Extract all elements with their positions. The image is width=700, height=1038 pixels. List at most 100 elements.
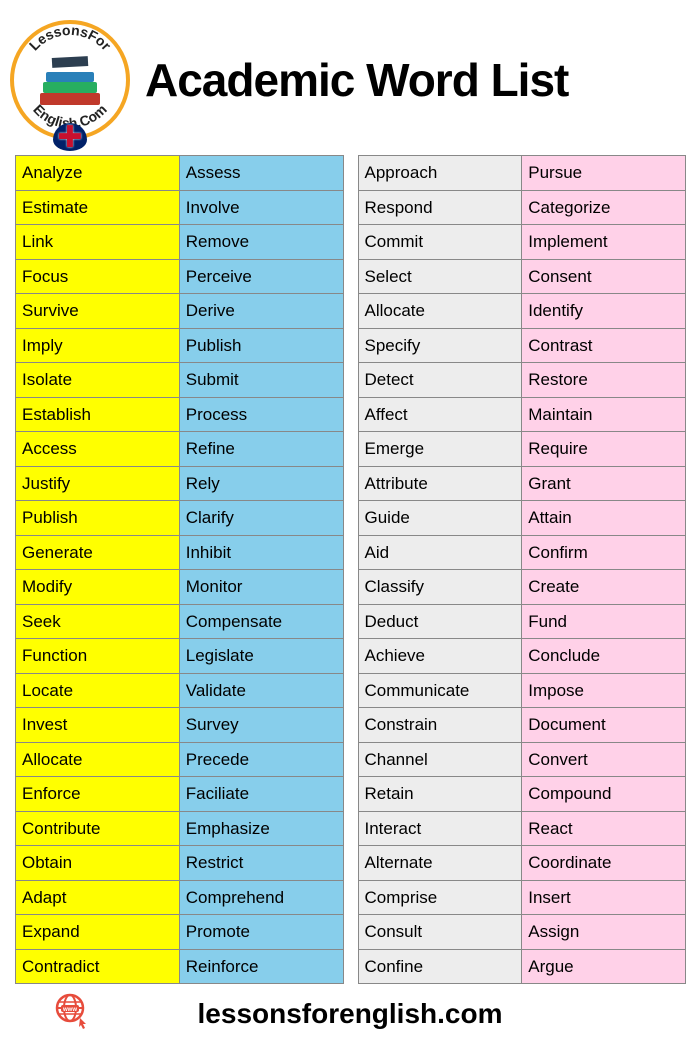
word-cell: Monitor [179,569,344,605]
word-cell: Derive [179,293,344,329]
word-cell: Identify [521,293,686,329]
word-cell: Process [179,397,344,433]
word-cell: Invest [15,707,180,743]
word-cell: Publish [15,500,180,536]
word-cell: Document [521,707,686,743]
word-cell: Precede [179,742,344,778]
column-blue: AssessInvolveRemovePerceiveDerivePublish… [179,155,343,983]
word-cell: Specify [358,328,523,364]
word-cell: Maintain [521,397,686,433]
word-cell: Survey [179,707,344,743]
word-cell: Comprehend [179,880,344,916]
word-cell: Contradict [15,949,180,985]
word-cell: Require [521,431,686,467]
word-cell: Coordinate [521,845,686,881]
word-cell: Compensate [179,604,344,640]
column-yellow: AnalyzeEstimateLinkFocusSurviveImplyIsol… [15,155,179,983]
word-cell: Achieve [358,638,523,674]
www-icon: www [50,990,90,1038]
word-cell: Restore [521,362,686,398]
word-cell: Clarify [179,500,344,536]
word-cell: Commit [358,224,523,260]
word-cell: Fund [521,604,686,640]
word-cell: Create [521,569,686,605]
word-cell: Guide [358,500,523,536]
word-cell: Consent [521,259,686,295]
word-cell: Estimate [15,190,180,226]
word-cell: Impose [521,673,686,709]
word-cell: Approach [358,155,523,191]
word-cell: Emphasize [179,811,344,847]
word-cell: Restrict [179,845,344,881]
word-tables: AnalyzeEstimateLinkFocusSurviveImplyIsol… [10,155,690,983]
word-cell: Conclude [521,638,686,674]
word-cell: Channel [358,742,523,778]
header: LessonsFor English.Com Academic Word Lis… [10,10,690,155]
word-cell: Grant [521,466,686,502]
word-cell: Focus [15,259,180,295]
word-cell: Constrain [358,707,523,743]
word-cell: Respond [358,190,523,226]
word-cell: Access [15,431,180,467]
word-cell: Pursue [521,155,686,191]
page-title: Academic Word List [145,53,690,107]
logo: LessonsFor English.Com [10,20,130,140]
table-right: ApproachRespondCommitSelectAllocateSpeci… [358,155,686,983]
word-cell: Consult [358,914,523,950]
table-left: AnalyzeEstimateLinkFocusSurviveImplyIsol… [15,155,343,983]
word-cell: Involve [179,190,344,226]
word-cell: Affect [358,397,523,433]
word-cell: Enforce [15,776,180,812]
svg-text:LessonsFor: LessonsFor [26,22,115,54]
word-cell: Link [15,224,180,260]
word-cell: Isolate [15,362,180,398]
word-cell: Modify [15,569,180,605]
word-cell: Compound [521,776,686,812]
books-icon [40,55,100,105]
footer-url: lessonsforenglish.com [198,998,503,1030]
word-cell: Deduct [358,604,523,640]
word-cell: Emerge [358,431,523,467]
word-cell: Allocate [15,742,180,778]
uk-flag-icon [53,123,87,151]
svg-text:www: www [62,1007,77,1013]
word-cell: Insert [521,880,686,916]
column-grey: ApproachRespondCommitSelectAllocateSpeci… [358,155,522,983]
word-cell: Rely [179,466,344,502]
word-cell: Inhibit [179,535,344,571]
word-cell: Establish [15,397,180,433]
word-cell: Contrast [521,328,686,364]
logo-circle: LessonsFor English.Com [10,20,130,140]
word-cell: Reinforce [179,949,344,985]
word-cell: Faciliate [179,776,344,812]
word-cell: Attribute [358,466,523,502]
word-cell: Alternate [358,845,523,881]
word-cell: Communicate [358,673,523,709]
word-cell: Detect [358,362,523,398]
word-cell: Comprise [358,880,523,916]
word-cell: Analyze [15,155,180,191]
word-cell: Submit [179,362,344,398]
footer: www lessonsforenglish.com [10,983,690,1030]
word-cell: Expand [15,914,180,950]
word-cell: Allocate [358,293,523,329]
word-cell: Aid [358,535,523,571]
word-cell: Remove [179,224,344,260]
word-cell: Locate [15,673,180,709]
word-cell: Confirm [521,535,686,571]
word-cell: Argue [521,949,686,985]
word-cell: Function [15,638,180,674]
word-cell: Obtain [15,845,180,881]
word-cell: Interact [358,811,523,847]
word-cell: Legislate [179,638,344,674]
word-cell: Adapt [15,880,180,916]
word-cell: Publish [179,328,344,364]
word-cell: Validate [179,673,344,709]
word-cell: Seek [15,604,180,640]
word-cell: Implement [521,224,686,260]
word-cell: Convert [521,742,686,778]
word-cell: Retain [358,776,523,812]
word-cell: Categorize [521,190,686,226]
word-cell: Assess [179,155,344,191]
word-cell: Confine [358,949,523,985]
